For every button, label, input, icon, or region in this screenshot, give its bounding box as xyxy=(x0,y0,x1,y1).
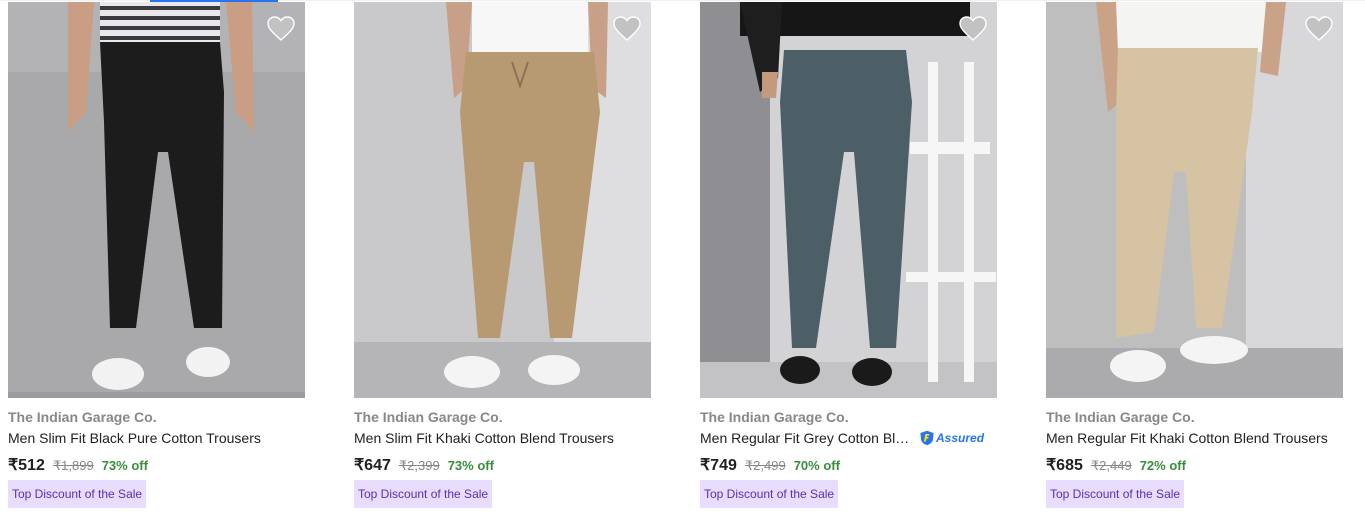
product-photo xyxy=(354,2,651,398)
product-title[interactable]: Men Slim Fit Khaki Cotton Blend Trousers xyxy=(354,430,651,446)
price-row: ₹512 ₹1,899 73% off xyxy=(8,455,148,475)
heart-icon xyxy=(959,16,987,41)
discount-percent: 72% off xyxy=(1139,458,1186,473)
offer-badge: Top Discount of the Sale xyxy=(1046,480,1185,508)
wishlist-button[interactable] xyxy=(267,16,295,42)
original-price: ₹2,499 xyxy=(744,458,786,473)
product-title-text[interactable]: Men Regular Fit Khaki Cotton Blend Trous… xyxy=(1046,430,1328,446)
product-title-text[interactable]: Men Slim Fit Black Pure Cotton Trousers xyxy=(8,430,261,446)
product-photo xyxy=(8,2,305,398)
discount-percent: 73% off xyxy=(101,458,148,473)
price-row: ₹749 ₹2,499 70% off xyxy=(700,455,840,475)
product-card[interactable]: The Indian Garage Co. Men Slim Fit Khaki… xyxy=(354,2,651,512)
product-card[interactable]: The Indian Garage Co. Men Slim Fit Black… xyxy=(8,2,305,512)
product-title-text[interactable]: Men Regular Fit Grey Cotton Ble... xyxy=(700,430,914,446)
product-image[interactable] xyxy=(8,2,305,398)
selling-price: ₹749 xyxy=(700,457,737,474)
discount-percent: 70% off xyxy=(793,458,840,473)
product-title-text[interactable]: Men Slim Fit Khaki Cotton Blend Trousers xyxy=(354,430,614,446)
selling-price: ₹647 xyxy=(354,457,391,474)
assured-label: Assured xyxy=(936,431,985,445)
offer-badge: Top Discount of the Sale xyxy=(700,480,839,508)
wishlist-button[interactable] xyxy=(1305,16,1333,42)
product-photo xyxy=(700,2,997,398)
wishlist-button[interactable] xyxy=(959,16,987,42)
product-image[interactable] xyxy=(1046,2,1343,398)
wishlist-button[interactable] xyxy=(613,16,641,42)
product-brand: The Indian Garage Co. xyxy=(700,409,849,425)
heart-icon xyxy=(1305,16,1333,41)
price-row: ₹647 ₹2,399 73% off xyxy=(354,455,494,475)
product-card[interactable]: The Indian Garage Co. Men Regular Fit Kh… xyxy=(1046,2,1343,512)
offer-badge: Top Discount of the Sale xyxy=(8,480,147,508)
product-title[interactable]: Men Slim Fit Black Pure Cotton Trousers xyxy=(8,430,305,446)
selling-price: ₹685 xyxy=(1046,457,1083,474)
product-image[interactable] xyxy=(354,2,651,398)
original-price: ₹1,899 xyxy=(52,458,94,473)
product-title[interactable]: Men Regular Fit Khaki Cotton Blend Trous… xyxy=(1046,430,1343,446)
flipkart-assured-badge-icon xyxy=(920,430,934,446)
discount-percent: 73% off xyxy=(447,458,494,473)
heart-icon xyxy=(267,16,295,41)
original-price: ₹2,449 xyxy=(1090,458,1132,473)
product-card[interactable]: The Indian Garage Co. Men Regular Fit Gr… xyxy=(700,2,997,512)
product-photo xyxy=(1046,2,1343,398)
product-brand: The Indian Garage Co. xyxy=(354,409,503,425)
product-brand: The Indian Garage Co. xyxy=(8,409,157,425)
selling-price: ₹512 xyxy=(8,457,45,474)
product-title[interactable]: Men Regular Fit Grey Cotton Ble... Assur… xyxy=(700,430,997,446)
price-row: ₹685 ₹2,449 72% off xyxy=(1046,455,1186,475)
offer-badge: Top Discount of the Sale xyxy=(354,480,493,508)
original-price: ₹2,399 xyxy=(398,458,440,473)
product-image[interactable] xyxy=(700,2,997,398)
flipkart-assured-badge: Assured xyxy=(919,430,984,446)
heart-icon xyxy=(613,16,641,41)
product-brand: The Indian Garage Co. xyxy=(1046,409,1195,425)
